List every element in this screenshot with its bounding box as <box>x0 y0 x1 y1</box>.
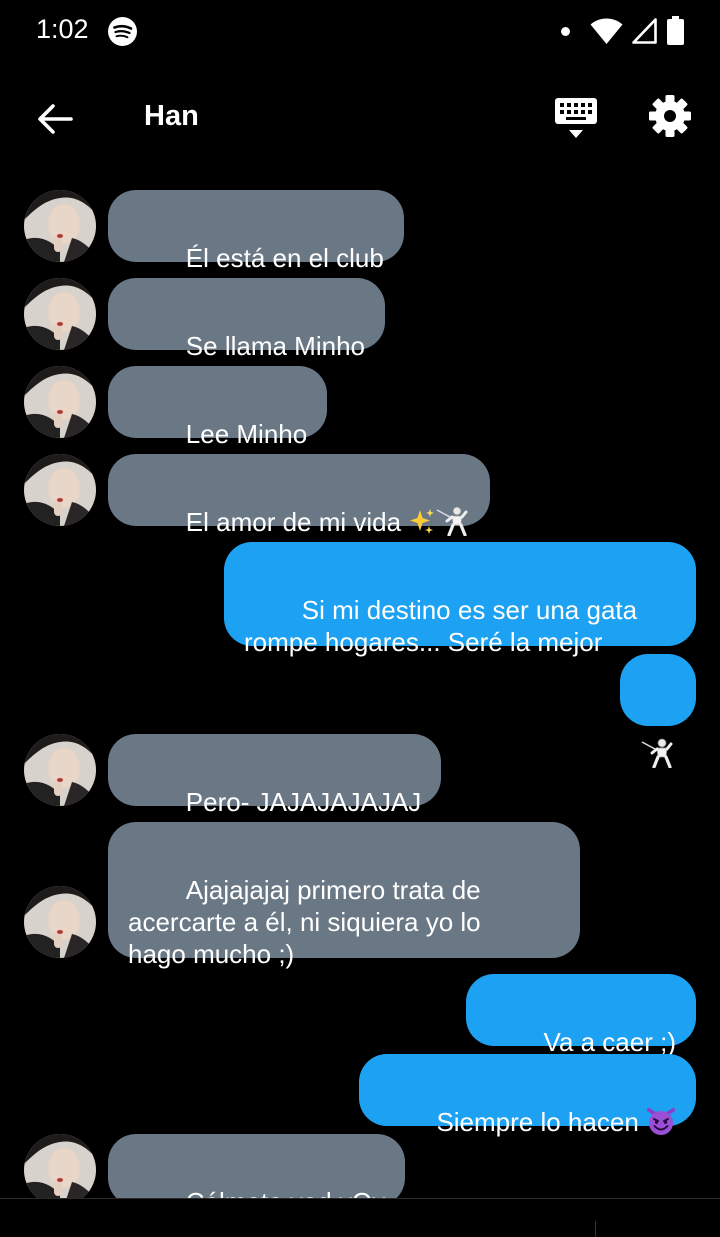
avatar[interactable] <box>24 190 96 262</box>
avatar-photo <box>24 1134 96 1198</box>
avatar[interactable] <box>24 886 96 958</box>
sparkles-icon <box>410 509 435 534</box>
incoming-message-bubble[interactable]: Pero- JAJAJAJAJAJ <box>108 734 442 817</box>
divider <box>595 1221 596 1237</box>
notification-dot-icon <box>561 27 570 36</box>
chat-title: Han <box>144 100 199 132</box>
smiling-imp-icon <box>647 1108 675 1135</box>
incoming-message-bubble[interactable]: Se llama Minho <box>108 278 385 361</box>
keyboard-icon <box>555 98 597 138</box>
incoming-message-bubble[interactable]: Él está en el club <box>108 190 404 273</box>
arrow-left-icon <box>38 104 73 134</box>
avatar[interactable] <box>24 1134 96 1198</box>
wifi-icon <box>590 18 623 44</box>
fencer-icon <box>641 738 673 768</box>
outgoing-message-bubble[interactable]: Siempre lo hacen <box>358 1054 696 1137</box>
incoming-message-bubble[interactable]: Ajajajajaj primero trata de acercarte a … <box>108 822 580 969</box>
battery-icon <box>667 16 684 45</box>
spotify-icon <box>108 17 137 46</box>
message-text: Se llama Minho <box>185 331 365 361</box>
outgoing-message-bubble[interactable]: Va a caer ;) <box>465 974 696 1057</box>
settings-button[interactable] <box>648 94 696 142</box>
cell-signal-icon <box>632 18 657 44</box>
avatar[interactable] <box>24 734 96 806</box>
message-input-bar[interactable] <box>0 1198 720 1237</box>
message-text: Siempre lo hacen <box>436 1107 646 1137</box>
status-bar: 1:02 <box>0 0 720 64</box>
avatar[interactable] <box>24 366 96 438</box>
gear-icon <box>649 95 691 137</box>
avatar[interactable] <box>24 454 96 526</box>
avatar-photo <box>24 734 96 806</box>
avatar-photo <box>24 454 96 526</box>
chat-screen: 1:02 Han Él está en el club Se llama Min… <box>0 0 720 1237</box>
message-text: Cálmate vad vOy <box>186 1187 385 1198</box>
avatar-photo <box>24 190 96 262</box>
avatar[interactable] <box>24 278 96 350</box>
fencer-icon <box>436 506 468 536</box>
incoming-message-bubble[interactable]: El amor de mi vida <box>108 454 491 537</box>
outgoing-message-bubble[interactable]: Si mi destino es ser una gata rompe hoga… <box>224 542 696 657</box>
avatar-photo <box>24 366 96 438</box>
message-text: Pero- JAJAJAJAJAJ <box>185 787 422 817</box>
back-button[interactable] <box>30 94 80 144</box>
incoming-message-bubble[interactable]: Cálmate vad vOy <box>108 1134 406 1198</box>
status-time: 1:02 <box>36 14 89 44</box>
message-text: Si mi destino es ser una gata rompe hoga… <box>244 595 638 657</box>
avatar-photo <box>24 886 96 958</box>
message-text: Va a caer ;) <box>543 1027 676 1057</box>
incoming-message-bubble[interactable]: Lee Minho <box>108 366 328 449</box>
avatar-photo <box>24 278 96 350</box>
message-text: Lee Minho <box>185 419 308 449</box>
message-list[interactable]: Él está en el club Se llama Minho Lee Mi… <box>0 174 720 1198</box>
keyboard-button[interactable] <box>552 94 600 144</box>
outgoing-message-bubble[interactable] <box>620 654 696 768</box>
chat-header: Han <box>0 64 720 174</box>
message-text: Él está en el club <box>185 243 384 273</box>
message-text: Ajajajajaj primero trata de acercarte a … <box>128 875 481 969</box>
message-text: El amor de mi vida <box>185 507 409 537</box>
